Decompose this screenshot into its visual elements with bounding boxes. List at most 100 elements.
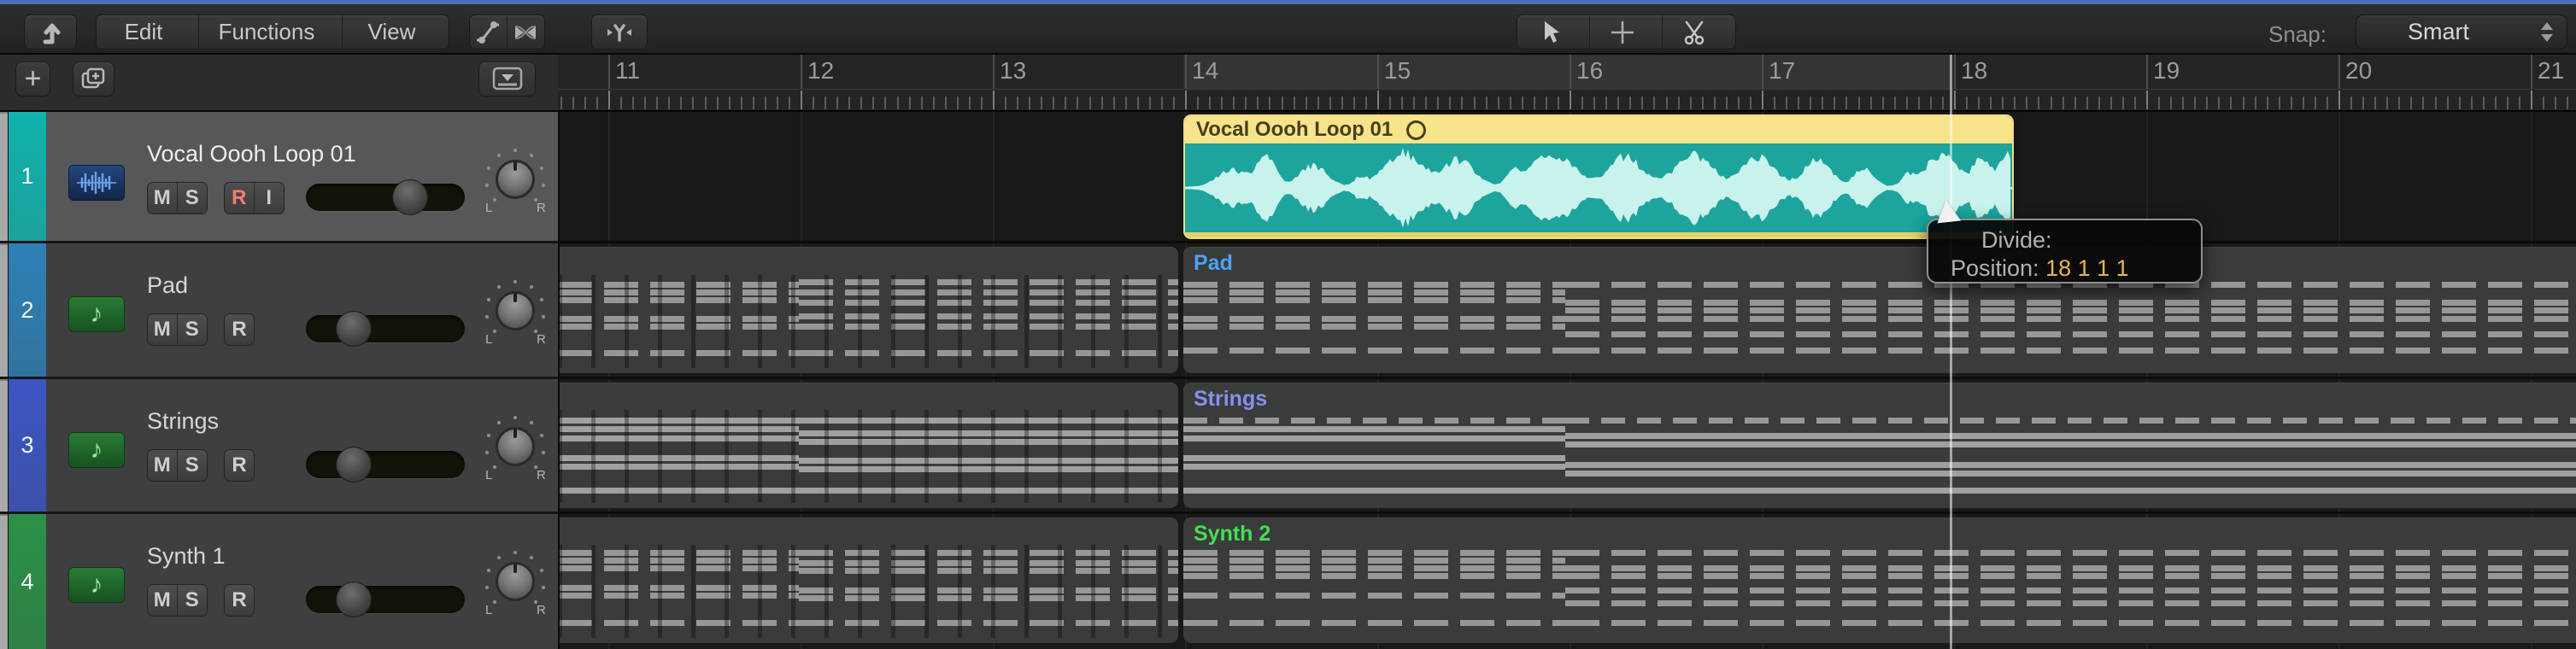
midi-note-stripes	[558, 274, 1178, 369]
pan-knob-dot	[530, 285, 533, 289]
mute-button[interactable]: M	[148, 450, 178, 481]
midi-note-row	[1183, 573, 1565, 579]
ruler-bar-number: 20	[2345, 57, 2373, 84]
track-gutter[interactable]	[0, 514, 8, 649]
track-gutter[interactable]	[0, 379, 8, 512]
audio-region[interactable]: Vocal Oooh Loop 01	[1183, 114, 2014, 239]
plus-icon: +	[24, 62, 42, 95]
record-button[interactable]: R	[225, 314, 254, 345]
ruler-tick	[2386, 96, 2389, 109]
region-name-label: Strings	[1194, 387, 1268, 411]
ruler-bar-number: 11	[615, 57, 641, 84]
flex-button[interactable]	[508, 15, 545, 49]
midi-note-row	[1565, 316, 2576, 322]
snap-dropdown[interactable]: Smart	[2356, 15, 2567, 50]
track-gutter[interactable]	[0, 243, 8, 377]
volume-slider-thumb[interactable]	[392, 179, 428, 215]
volume-slider-thumb[interactable]	[336, 582, 372, 617]
ruler-tick	[2398, 96, 2401, 109]
scissors-icon	[1681, 19, 1709, 46]
solo-button[interactable]: S	[178, 314, 208, 345]
record-button[interactable]: R	[225, 183, 255, 213]
pan-knob-dot	[540, 167, 543, 170]
mute-button[interactable]: M	[148, 183, 178, 213]
mute-solo-group: MS	[147, 313, 208, 346]
midi-region[interactable]	[558, 517, 1178, 643]
ruler-tick	[1978, 96, 1980, 109]
track-gutter[interactable]	[0, 112, 8, 241]
catch-button[interactable]	[591, 15, 648, 50]
catch-funnel-icon	[604, 18, 635, 47]
ruler-tick	[1762, 91, 1763, 109]
ruler-tick	[1533, 96, 1535, 109]
ruler-tick	[1029, 96, 1031, 109]
mute-button[interactable]: M	[148, 585, 178, 616]
volume-slider[interactable]	[306, 447, 465, 482]
pan-knob-dot	[493, 198, 496, 202]
midi-region[interactable]: Pad	[1183, 247, 2576, 373]
midi-note-row	[1183, 620, 1565, 626]
volume-slider-thumb[interactable]	[336, 447, 372, 482]
pan-label-right: R	[537, 603, 546, 617]
ruler-tick	[2302, 96, 2304, 109]
ruler-tick	[1665, 96, 1668, 109]
scissors-tool-button[interactable]	[1663, 15, 1735, 49]
ruler-tick	[752, 96, 754, 109]
bar-ruler[interactable]: 11 12 13 14 15 16 17 18 19 20 21	[558, 55, 2576, 112]
volume-slider[interactable]	[306, 582, 465, 617]
ruler-tick	[1389, 96, 1392, 109]
automation-icon	[473, 18, 502, 47]
pan-knob-dot	[487, 434, 490, 437]
arrange-lanes[interactable]: Pad Strings Synth 2 Vocal Oooh Loop 01	[558, 112, 2576, 649]
ruler-tick	[1172, 96, 1175, 109]
pointer-tool-button[interactable]	[1517, 15, 1590, 49]
record-button[interactable]: R	[225, 585, 254, 616]
midi-note-row	[1565, 331, 2576, 337]
track-options-button[interactable]	[478, 61, 536, 96]
automation-button[interactable]	[470, 15, 508, 49]
pan-knob-dot	[485, 184, 489, 187]
menu-functions[interactable]: Functions	[199, 15, 343, 49]
track-header[interactable]: 2 ♪ Pad M S R L R	[0, 243, 558, 377]
ruler-tick	[1077, 96, 1079, 109]
volume-slider[interactable]	[306, 179, 465, 215]
track-header[interactable]: 1 Vocal Oooh Loop 01 M S R I L R	[0, 112, 558, 241]
midi-region[interactable]: Strings	[1183, 383, 2576, 508]
volume-slider[interactable]	[306, 311, 465, 347]
volume-slider-thumb[interactable]	[336, 311, 372, 347]
input-monitor-button[interactable]: I	[255, 183, 285, 213]
ruler-tick	[1100, 96, 1103, 109]
pan-knob-dot	[497, 285, 501, 289]
pan-knob-dot	[513, 416, 517, 419]
midi-region[interactable]	[558, 383, 1178, 508]
solo-button[interactable]: S	[178, 183, 208, 213]
ruler-tick	[1917, 96, 1920, 109]
ruler-tick	[1954, 91, 1956, 109]
music-note-glyph: ♪	[90, 436, 103, 464]
solo-button[interactable]: S	[178, 450, 208, 481]
menu-view[interactable]: View	[343, 15, 449, 49]
ruler-tick	[1305, 96, 1307, 109]
menu-edit[interactable]: Edit	[97, 15, 199, 49]
back-arrow-button[interactable]	[24, 15, 77, 50]
divide-position-line	[1950, 55, 1952, 649]
crosshair-tool-button[interactable]	[1590, 15, 1663, 49]
midi-note-row	[1183, 488, 1565, 494]
duplicate-track-button[interactable]	[73, 61, 114, 96]
ruler-tick	[1929, 96, 1932, 109]
add-track-button[interactable]: +	[15, 61, 50, 96]
record-button[interactable]: R	[225, 450, 254, 481]
solo-button[interactable]: S	[178, 585, 208, 616]
ruler-tick	[1329, 96, 1331, 109]
pan-knob-dot	[487, 167, 490, 170]
midi-region[interactable]	[558, 247, 1178, 373]
ruler-tick	[1485, 96, 1488, 109]
track-header[interactable]: 3 ♪ Strings M S R L R	[0, 379, 558, 512]
ruler-tick	[993, 91, 995, 109]
mute-button[interactable]: M	[148, 314, 178, 345]
ruler-tick	[1269, 96, 1271, 109]
track-header[interactable]: 4 ♪ Synth 1MSRLR	[0, 514, 558, 649]
track-header-toolbar: +	[0, 55, 558, 112]
track-color-strip: 4	[8, 514, 46, 649]
midi-region[interactable]: Synth 2	[1183, 517, 2576, 643]
